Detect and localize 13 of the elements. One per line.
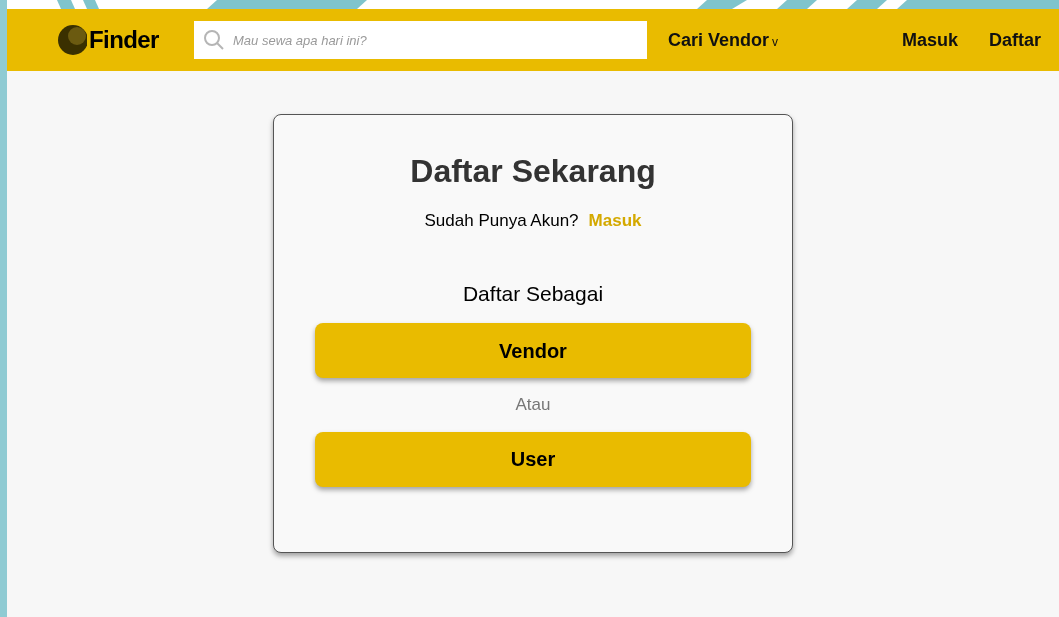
role-button[interactable]: Vendor	[315, 323, 751, 378]
globe-icon	[57, 23, 87, 57]
nav-link[interactable]: Daftar	[989, 26, 1041, 54]
nav-link[interactable]: Masuk	[901, 26, 958, 54]
search-field[interactable]: Mau sewa apa hari ini?	[194, 21, 647, 59]
search-icon	[203, 29, 225, 51]
card-title: Daftar Sekarang	[410, 152, 656, 191]
section-label: Daftar Sebagai	[462, 280, 604, 307]
prompt-text: Sudah Punya Akun?	[424, 210, 579, 232]
vendor-menu[interactable]: Cari Vendor v	[668, 26, 779, 54]
role-button[interactable]: User	[315, 431, 751, 487]
logo-text: Finder	[89, 25, 159, 55]
separator-text: Atau	[515, 394, 551, 416]
